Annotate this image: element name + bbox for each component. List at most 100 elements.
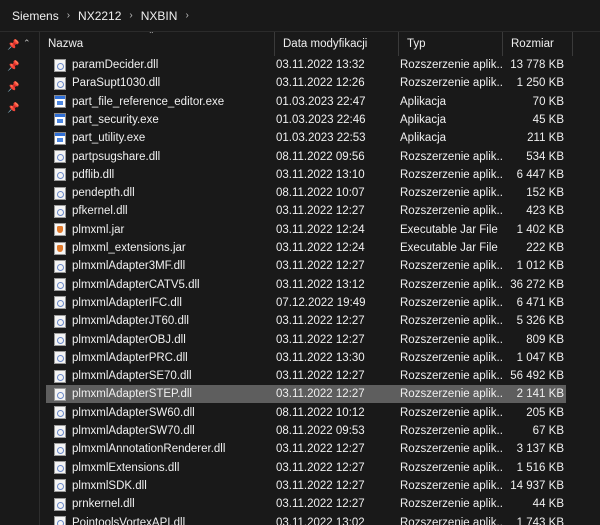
file-name-cell: partpsugshare.dll <box>46 148 275 166</box>
file-row[interactable]: pfkernel.dll 03.11.2022 12:27 Rozszerzenie… <box>46 202 566 220</box>
file-name: plmxml.jar <box>72 223 125 236</box>
file-type: Executable Jar File <box>400 242 498 254</box>
file-size: 3 137 KB <box>516 443 564 456</box>
file-row[interactable]: plmxmlAdapterOBJ.dll 03.11.2022 12:27 Rozs… <box>46 331 566 349</box>
dll-file-icon <box>54 442 66 456</box>
file-size: 6 447 KB <box>516 168 564 181</box>
chevron-right-icon[interactable]: › <box>125 10 136 21</box>
file-row[interactable]: part_utility.exe 01.03.2023 22:53 Aplikacj… <box>46 129 566 147</box>
file-name: plmxmlAdapterCATV5.dll <box>72 278 200 291</box>
file-row[interactable]: prnkernel.dll 03.11.2022 12:27 Rozszerzeni… <box>46 495 566 513</box>
file-name: plmxmlAdapterSW60.dll <box>72 406 195 419</box>
file-type: Rozszerzenie aplik... <box>400 333 503 346</box>
dll-file-icon <box>54 186 66 200</box>
column-header-date[interactable]: Data modyfikacji <box>275 32 399 56</box>
file-row[interactable]: partpsugshare.dll 08.11.2022 09:56 Rozszer… <box>46 148 566 166</box>
file-row[interactable]: plmxmlAdapterJT60.dll 03.11.2022 12:27 Roz… <box>46 312 566 330</box>
column-header-size[interactable]: Rozmiar <box>503 32 573 56</box>
file-name-cell: plmxml_extensions.jar <box>46 239 275 257</box>
column-header-type[interactable]: Typ <box>399 32 503 56</box>
file-type: Rozszerzenie aplik... <box>400 205 503 218</box>
file-type: Rozszerzenie aplik... <box>400 498 503 511</box>
file-size: 6 471 KB <box>516 296 564 309</box>
file-date: 03.11.2022 12:27 <box>276 498 365 511</box>
chevron-right-icon[interactable]: › <box>181 10 192 21</box>
column-header-name[interactable]: ⌃ Nazwa <box>40 32 275 56</box>
file-row[interactable]: plmxmlSDK.dll 03.11.2022 12:27 Rozszerzeni… <box>46 477 566 495</box>
file-row[interactable]: plmxmlAdapterSW70.dll 08.11.2022 09:53 Roz… <box>46 422 566 440</box>
vertical-scrollbar[interactable] <box>592 56 600 525</box>
file-type: Rozszerzenie aplik... <box>400 425 503 437</box>
file-date: 08.11.2022 09:53 <box>276 425 365 437</box>
file-row[interactable]: plmxmlAdapterIFC.dll 07.12.2022 19:49 Rozs… <box>46 294 566 312</box>
file-row[interactable]: part_file_reference_editor.exe 01.03.2023… <box>46 93 566 111</box>
file-type: Rozszerzenie aplik... <box>400 516 503 525</box>
file-row[interactable]: plmxmlAnnotationRenderer.dll 03.11.2022 1… <box>46 440 566 458</box>
file-name-cell: plmxml.jar <box>46 221 275 239</box>
file-name: plmxmlAdapterIFC.dll <box>72 296 182 309</box>
sort-up-icon: ⌃ <box>148 32 155 39</box>
file-row[interactable]: paramDecider.dll 03.11.2022 13:32 Rozszerz… <box>46 56 566 74</box>
file-type: Aplikacja <box>400 113 447 126</box>
file-row[interactable]: plmxmlAdapterPRC.dll 03.11.2022 13:30 Rozs… <box>46 349 566 367</box>
file-size: 14 937 KB <box>510 479 564 492</box>
dll-file-icon <box>54 259 66 273</box>
file-type: Rozszerzenie aplik... <box>400 315 503 328</box>
file-size: 36 272 KB <box>510 278 564 291</box>
file-date: 03.11.2022 12:27 <box>276 260 365 273</box>
pin-icon[interactable]: 📌 <box>7 61 19 73</box>
file-row[interactable]: pdflib.dll 03.11.2022 13:10 Rozszerzenie a… <box>46 166 566 184</box>
file-name-cell: plmxmlAnnotationRenderer.dll <box>46 440 275 458</box>
file-date: 01.03.2023 22:46 <box>276 113 366 126</box>
file-date: 03.11.2022 12:27 <box>276 479 365 492</box>
file-size: 534 KB <box>526 150 564 163</box>
pin-icon[interactable]: 📌 <box>7 40 19 52</box>
file-name-cell: plmxmlAdapterSW70.dll <box>46 422 275 440</box>
breadcrumb-item-siemens[interactable]: Siemens <box>8 9 63 23</box>
file-list: ⌃ Nazwa Data modyfikacji Typ Rozmiar par… <box>40 32 600 525</box>
file-row[interactable]: plmxmlExtensions.dll 03.11.2022 12:27 Rozs… <box>46 459 566 477</box>
file-date: 03.11.2022 12:27 <box>276 205 365 218</box>
dll-file-icon <box>54 58 66 72</box>
file-row[interactable]: ParaSupt1030.dll 03.11.2022 12:26 Rozszerz… <box>46 74 566 92</box>
file-row[interactable]: plmxmlAdapterSW60.dll 08.11.2022 10:12 Roz… <box>46 404 566 422</box>
dll-file-icon <box>54 168 66 182</box>
file-size: 205 KB <box>526 406 564 419</box>
file-row[interactable]: pendepth.dll 08.11.2022 10:07 Rozszerzenie… <box>46 184 566 202</box>
file-row[interactable]: plmxmlAdapterSE70.dll 03.11.2022 12:27 Roz… <box>46 367 566 385</box>
file-name-cell: plmxmlAdapterIFC.dll <box>46 294 275 312</box>
file-date: 08.11.2022 10:12 <box>276 406 365 419</box>
file-size: 423 KB <box>526 205 564 218</box>
pin-icon[interactable]: 📌 <box>7 82 19 94</box>
file-size: 5 326 KB <box>516 315 564 328</box>
file-name: part_file_reference_editor.exe <box>72 95 225 108</box>
file-row[interactable]: plmxmlAdapterSTEP.dll 03.11.2022 12:27 Roz… <box>46 385 566 404</box>
file-date: 03.11.2022 12:27 <box>276 388 365 401</box>
file-row[interactable]: plmxml_extensions.jar 03.11.2022 12:24 Exe… <box>46 239 566 257</box>
file-row[interactable]: part_security.exe 01.03.2023 22:46 Aplikac… <box>46 111 566 129</box>
dll-file-icon <box>54 424 66 438</box>
file-name: part_security.exe <box>72 113 159 126</box>
file-name-cell: plmxmlExtensions.dll <box>46 459 275 477</box>
file-date: 08.11.2022 09:56 <box>276 150 365 163</box>
file-row[interactable]: PointoolsVortexAPI.dll 03.11.2022 13:02 Ro… <box>46 514 566 525</box>
file-row[interactable]: plmxml.jar 03.11.2022 12:24 Executable Jar… <box>46 221 566 239</box>
file-name-cell: plmxmlAdapterOBJ.dll <box>46 331 275 349</box>
file-row[interactable]: plmxmlAdapter3MF.dll 03.11.2022 12:27 Rozs… <box>46 257 566 275</box>
breadcrumb-item-nxbin[interactable]: NXBIN <box>137 9 182 23</box>
file-name-cell: plmxmlAdapterPRC.dll <box>46 349 275 367</box>
breadcrumb-item-nx2212[interactable]: NX2212 <box>74 9 125 23</box>
dll-file-icon <box>54 150 66 163</box>
file-size: 1 743 KB <box>516 516 564 525</box>
file-name-cell: part_utility.exe <box>46 129 275 147</box>
file-name: pendepth.dll <box>72 187 135 200</box>
dll-file-icon <box>54 479 66 493</box>
file-name: ParaSupt1030.dll <box>72 77 161 90</box>
pin-icon[interactable]: 📌 <box>7 103 19 115</box>
chevron-right-icon[interactable]: › <box>63 10 74 21</box>
file-row[interactable]: plmxmlAdapterCATV5.dll 03.11.2022 13:12 Ro… <box>46 276 566 294</box>
chevron-up-icon[interactable]: ⌃ <box>23 38 31 49</box>
file-size: 67 KB <box>532 425 564 437</box>
file-name: partpsugshare.dll <box>72 150 161 163</box>
file-type: Rozszerzenie aplik... <box>400 388 503 401</box>
